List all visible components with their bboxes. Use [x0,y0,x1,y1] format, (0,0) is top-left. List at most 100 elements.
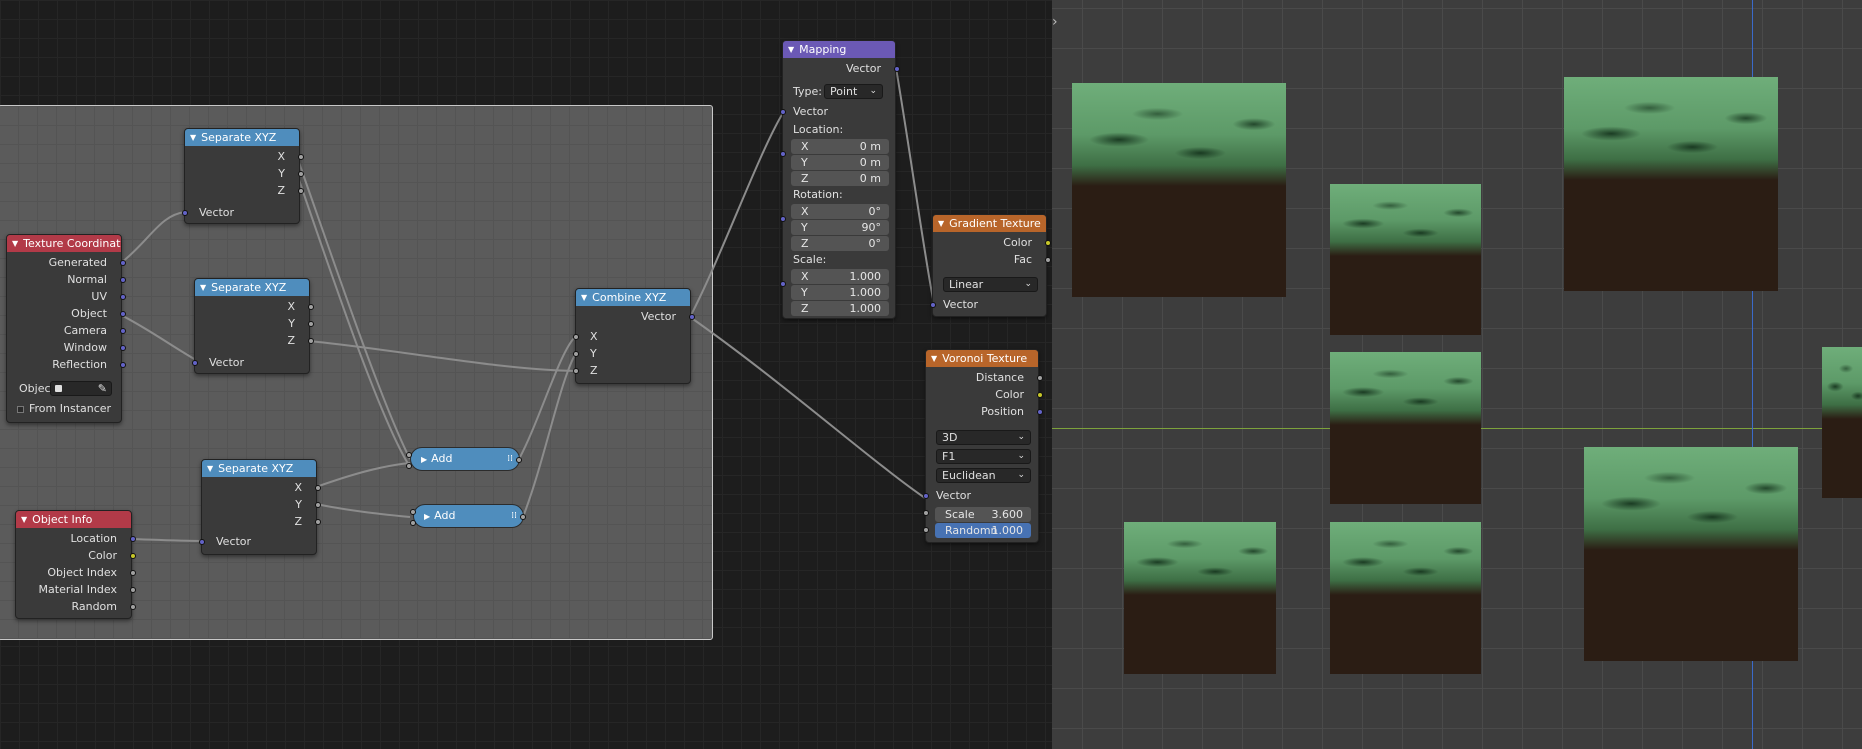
add1-socket-a[interactable] [406,452,412,458]
collapse-triangle-icon[interactable]: ▼ [12,239,18,248]
socket-color-out[interactable] [1045,240,1051,246]
socket-z-in[interactable] [573,368,579,374]
collapse-triangle-icon[interactable]: ▼ [931,354,937,363]
chevron-right-icon[interactable]: › [1052,14,1058,30]
scale-y-field[interactable]: Y 1.000 [791,285,889,300]
socket-z[interactable] [298,188,304,194]
socket-vector-in[interactable] [923,493,929,499]
socket-position-out[interactable] [1037,409,1043,415]
socket-vector-out[interactable] [689,314,695,320]
node-editor[interactable]: ▼ Texture Coordinate Generated Normal UV … [0,0,1052,749]
add-node-1[interactable]: ▶ Add ⁞⁞ [410,447,520,471]
socket-vector-in[interactable] [930,302,936,308]
socket-distance-out[interactable] [1037,375,1043,381]
expand-triangle-icon[interactable]: ▶ [424,512,430,521]
randomness-field[interactable]: Randomn 1.000 [935,523,1031,538]
gradient-texture-node[interactable]: ▼ Gradient Texture Color Fac Linear ⌄ Vect… [930,214,1051,317]
cube-5[interactable] [1822,347,1862,498]
mapping-node[interactable]: ▼ Mapping Vector Type: Point ⌄ Vector Loca… [780,40,900,319]
collapse-triangle-icon[interactable]: ▼ [207,464,213,473]
socket-y[interactable] [315,502,321,508]
socket-randomness-in[interactable] [923,527,929,533]
socket-vector-in[interactable] [199,539,205,545]
socket-x[interactable] [308,304,314,310]
scale-z-field[interactable]: Z 1.000 [791,301,889,316]
3d-viewport[interactable] [1052,0,1862,749]
socket-x-in[interactable] [573,334,579,340]
socket-y[interactable] [308,321,314,327]
add1-socket-b[interactable] [406,463,412,469]
socket-vector-in[interactable] [182,210,188,216]
from-instancer-checkbox[interactable] [17,406,24,413]
add2-socket-a[interactable] [410,509,416,515]
object-info-node[interactable]: ▼ Object Info Location Color Object Index… [15,510,136,619]
socket-location[interactable] [130,536,136,542]
socket-material-index[interactable] [130,587,136,593]
socket-z[interactable] [315,519,321,525]
separate-xyz-node-1[interactable]: ▼ Separate XYZ X Y Z Vector [182,128,304,224]
socket-vector-in[interactable] [192,360,198,366]
socket-object-index[interactable] [130,570,136,576]
socket-uv[interactable] [120,294,126,300]
socket-z[interactable] [308,338,314,344]
socket-y[interactable] [298,171,304,177]
socket-location-in[interactable] [780,151,786,157]
add-node-2[interactable]: ▶ Add ⁞⁞ [413,504,524,528]
socket-scale-in[interactable] [780,281,786,287]
cube-2[interactable] [1330,184,1481,335]
collapse-triangle-icon[interactable]: ▼ [190,133,196,142]
socket-color[interactable] [130,553,136,559]
voronoi-texture-node[interactable]: ▼ Voronoi Texture Distance Color Position… [923,349,1043,543]
expand-triangle-icon[interactable]: ▶ [421,455,427,464]
socket-reflection[interactable] [120,362,126,368]
separate-xyz-node-3[interactable]: ▼ Separate XYZ X Y Z Vector [199,459,321,555]
cube-7[interactable] [1124,522,1276,674]
location-z-field[interactable]: Z 0 m [791,171,889,186]
object-field[interactable]: ✎ [50,381,112,396]
cube-3[interactable] [1564,77,1778,291]
location-x-field[interactable]: X 0 m [791,139,889,154]
socket-rotation-in[interactable] [780,216,786,222]
add2-socket-out[interactable] [520,514,526,520]
socket-object[interactable] [120,311,126,317]
socket-vector-out[interactable] [894,66,900,72]
cube-6[interactable] [1584,447,1798,661]
type-dropdown[interactable]: Point ⌄ [824,84,883,99]
socket-scale-in[interactable] [923,510,929,516]
socket-generated[interactable] [120,260,126,266]
add2-socket-b[interactable] [410,520,416,526]
rotation-y-field[interactable]: Y 90° [791,220,889,235]
socket-y-in[interactable] [573,351,579,357]
scale-field[interactable]: Scale 3.600 [935,507,1031,522]
rotation-x-field[interactable]: X 0° [791,204,889,219]
texture-coordinate-node[interactable]: ▼ Texture Coordinate Generated Normal UV … [6,234,126,423]
socket-color-out[interactable] [1037,392,1043,398]
scale-x-field[interactable]: X 1.000 [791,269,889,284]
socket-x[interactable] [298,154,304,160]
location-y-field[interactable]: Y 0 m [791,155,889,170]
collapse-triangle-icon[interactable]: ▼ [788,45,794,54]
metric-dropdown[interactable]: Euclidean ⌄ [936,468,1031,483]
feature-dropdown[interactable]: F1 ⌄ [936,449,1031,464]
collapse-triangle-icon[interactable]: ▼ [581,293,587,302]
socket-x[interactable] [315,485,321,491]
socket-camera[interactable] [120,328,126,334]
combine-xyz-node[interactable]: ▼ Combine XYZ Vector X Y Z [573,288,695,384]
socket-window[interactable] [120,345,126,351]
socket-vector-in[interactable] [780,109,786,115]
add1-socket-out[interactable] [516,457,522,463]
cube-8[interactable] [1330,522,1481,674]
collapse-triangle-icon[interactable]: ▼ [200,283,206,292]
collapse-triangle-icon[interactable]: ▼ [21,515,27,524]
socket-random[interactable] [130,604,136,610]
eyedropper-icon[interactable]: ✎ [98,382,107,395]
gradient-type-dropdown[interactable]: Linear ⌄ [943,277,1038,292]
cube-1[interactable] [1072,83,1286,297]
collapse-triangle-icon[interactable]: ▼ [938,219,944,228]
socket-normal[interactable] [120,277,126,283]
separate-xyz-node-2[interactable]: ▼ Separate XYZ X Y Z Vector [192,278,314,374]
rotation-z-field[interactable]: Z 0° [791,236,889,251]
socket-fac-out[interactable] [1045,257,1051,263]
dimensions-dropdown[interactable]: 3D ⌄ [936,430,1031,445]
cube-4[interactable] [1330,352,1481,504]
